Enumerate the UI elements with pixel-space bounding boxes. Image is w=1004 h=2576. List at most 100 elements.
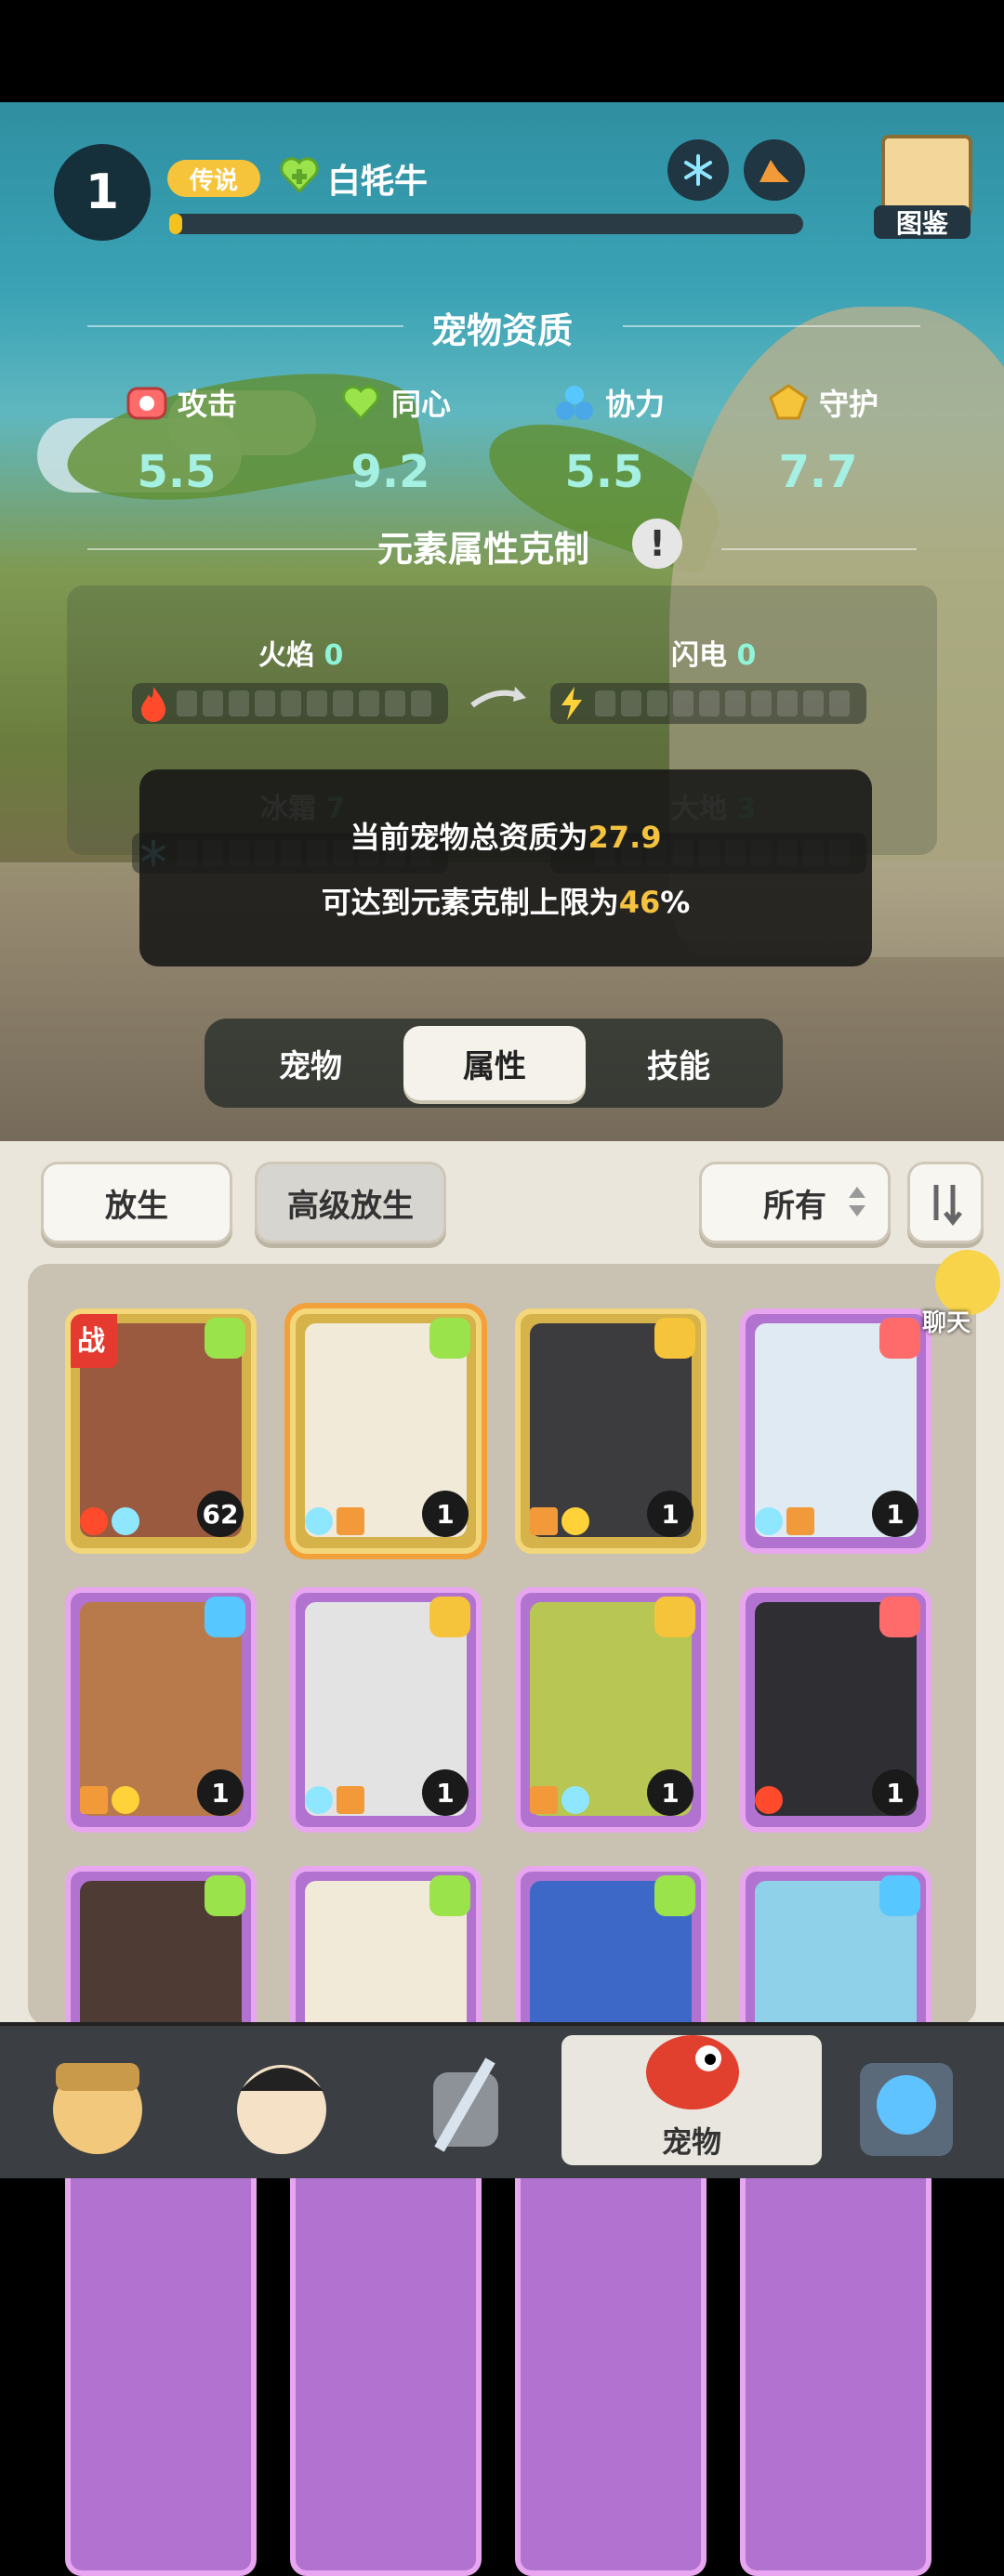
stat-heart: 同心 9.2 [339,381,507,498]
earth-icon [337,1507,364,1535]
pet-card[interactable] [740,1866,931,2576]
stat-value: 7.7 [778,446,858,498]
guard-icon [429,1597,470,1637]
pet-element-snowflake[interactable] [667,139,729,201]
info-icon[interactable]: ! [632,519,682,569]
bar-segment [177,690,197,716]
stat-label: 协力 [605,387,666,422]
pet-elements [755,1786,783,1814]
snow-icon [305,1507,333,1535]
status-bar [0,0,1004,102]
stat-value: 5.5 [137,446,217,498]
xp-bar [169,214,803,234]
stat-value: 5.5 [564,446,644,498]
nav-hero[interactable] [28,2044,167,2175]
pet-card[interactable]: 1 [740,1587,931,1833]
bar-segment [229,690,249,716]
bar-segment [777,690,798,716]
pet-count: 1 [422,1491,469,1537]
pet-card[interactable]: 62 战 [65,1308,257,1554]
earth-icon [530,1507,558,1535]
earth-icon [530,1786,558,1814]
bar-segment [673,690,694,716]
sort-icon [933,1185,962,1227]
bar-segment [307,690,327,716]
stat-label: 同心 [391,387,452,422]
pet-card[interactable]: 1 [740,1308,931,1554]
pet-name: 白牦牛 [327,163,429,201]
stat-label: 攻击 [178,387,238,422]
pet-card[interactable]: 1 [515,1308,707,1554]
bottom-nav: 宠物 [0,2022,1004,2178]
earth-icon [760,160,789,182]
pet-card[interactable]: 1 [515,1587,707,1833]
advanced-release-button[interactable]: 高级放生 [255,1162,446,1243]
stat-guard: 守护 7.7 [767,381,934,498]
nav-character[interactable] [212,2044,351,2175]
attack-icon [879,1597,920,1637]
snowflake-icon [684,154,712,186]
attack-icon [126,387,167,420]
heart-icon [205,1875,245,1916]
codex-button[interactable]: 图鉴 [874,135,972,239]
pet-card[interactable]: 1 [290,1587,482,1833]
pet-count: 1 [647,1769,694,1816]
pet-card[interactable] [290,1866,482,2576]
bar-segment [647,690,667,716]
bar-segment [699,690,720,716]
stat-value: 9.2 [350,446,430,498]
character-icon [237,2065,326,2154]
snow-icon [305,1786,333,1814]
aptitude-title: 宠物资质 [430,310,573,351]
bar-segment [803,690,824,716]
pet-card[interactable] [65,1866,257,2576]
hero-icon [53,2063,142,2154]
stat-label: 守护 [819,387,879,422]
cooperation-icon [205,1597,245,1637]
snow-icon [112,1507,139,1535]
pet-elements [305,1507,364,1535]
heart-icon [342,386,379,421]
nav-portal[interactable] [837,2044,976,2175]
updown-icon [849,1187,865,1216]
pet-card[interactable] [515,1866,707,2576]
pet-element-earth[interactable] [744,139,805,201]
nav-pet-label: 宠物 [661,2124,721,2160]
lightning-icon [112,1786,139,1814]
pet-elements [80,1507,139,1535]
tab-pet[interactable]: 宠物 [219,1026,402,1100]
xp-fill [169,214,182,234]
release-button[interactable]: 放生 [41,1162,232,1243]
battle-tag: 战 [71,1314,117,1368]
earth-icon [80,1786,108,1814]
nav-pet[interactable]: 宠物 [561,2035,822,2165]
pet-card[interactable]: 1 [290,1308,482,1554]
sword-icon [433,2057,498,2152]
counter-title: 元素属性克制 [376,529,589,570]
pet-elements [755,1507,814,1535]
pet-count: 62 [197,1491,244,1537]
pet-elements [305,1786,364,1814]
fire-icon [141,687,165,722]
guard-icon [654,1318,695,1359]
earth-icon [786,1507,814,1535]
nav-equipment[interactable] [396,2044,535,2175]
pet-elements [530,1786,589,1814]
lightning-bar [550,683,866,724]
lightning-label: 闪电 0 [671,639,757,672]
pet-elements [80,1786,139,1814]
chat-button[interactable]: 聊天 [902,1250,1004,1337]
tab-attributes[interactable]: 属性 [403,1026,586,1100]
arrow-icon [470,687,526,708]
pet-count: 1 [647,1491,694,1537]
pet-card[interactable]: 1 [65,1587,257,1833]
sort-button[interactable] [907,1162,984,1243]
pet-tabs: 宠物 属性 技能 [205,1019,783,1108]
lightning-icon [561,687,582,720]
fire-icon [80,1507,108,1535]
stat-attack: 攻击 5.5 [126,381,293,498]
bar-segment [411,690,431,716]
filter-dropdown[interactable]: 所有 [699,1162,891,1243]
tab-skills[interactable]: 技能 [588,1026,770,1100]
bar-segment [255,690,275,716]
